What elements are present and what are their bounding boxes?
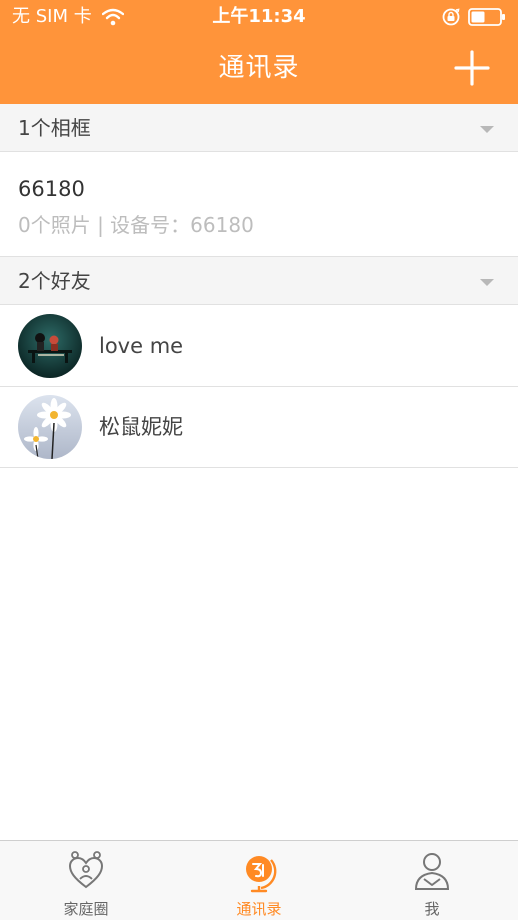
- frame-list-item[interactable]: 66180 0个照片 | 设备号：66180: [0, 152, 518, 257]
- frames-section-label: 1个相框: [18, 116, 91, 140]
- friend-list-item[interactable]: love me: [0, 306, 518, 387]
- tab-contacts[interactable]: 通讯录: [173, 841, 345, 921]
- tab-family-circle[interactable]: 家庭圈: [0, 841, 172, 921]
- family-heart-icon: [68, 851, 104, 889]
- tab-label: 家庭圈: [63, 900, 109, 918]
- chevron-down-icon: [480, 279, 494, 286]
- friends-section-label: 2个好友: [18, 269, 91, 293]
- person-icon: [414, 853, 450, 890]
- avatar: [18, 395, 82, 459]
- avatar: [18, 314, 82, 378]
- daisy-avatar-icon: [18, 395, 82, 459]
- chevron-down-icon: [480, 126, 494, 133]
- bottom-tab-bar: 家庭圈 通讯录 我: [0, 840, 518, 920]
- friend-name: love me: [99, 334, 184, 358]
- contacts-globe-icon: [246, 856, 277, 893]
- friend-name: 松鼠妮妮: [99, 415, 183, 439]
- tab-label: 通讯录: [236, 900, 282, 918]
- page-title: 通讯录: [218, 53, 300, 83]
- tab-me[interactable]: 我: [346, 841, 518, 921]
- battery-icon: [468, 8, 505, 26]
- add-button[interactable]: [452, 48, 492, 88]
- status-bar: 无 SIM 卡 上午11:34: [0, 0, 518, 34]
- frames-section-header[interactable]: 1个相框: [0, 104, 518, 152]
- frame-detail: 0个照片 | 设备号：66180: [18, 213, 254, 237]
- friends-section-header[interactable]: 2个好友: [0, 257, 518, 305]
- friend-list-item[interactable]: 松鼠妮妮: [0, 387, 518, 468]
- rotation-lock-icon: [442, 8, 460, 26]
- app-header: 无 SIM 卡 上午11:34 通讯录: [0, 0, 518, 104]
- dark-teal-avatar-icon: [18, 314, 82, 378]
- tab-label: 我: [424, 900, 440, 918]
- frame-name: 66180: [18, 177, 85, 201]
